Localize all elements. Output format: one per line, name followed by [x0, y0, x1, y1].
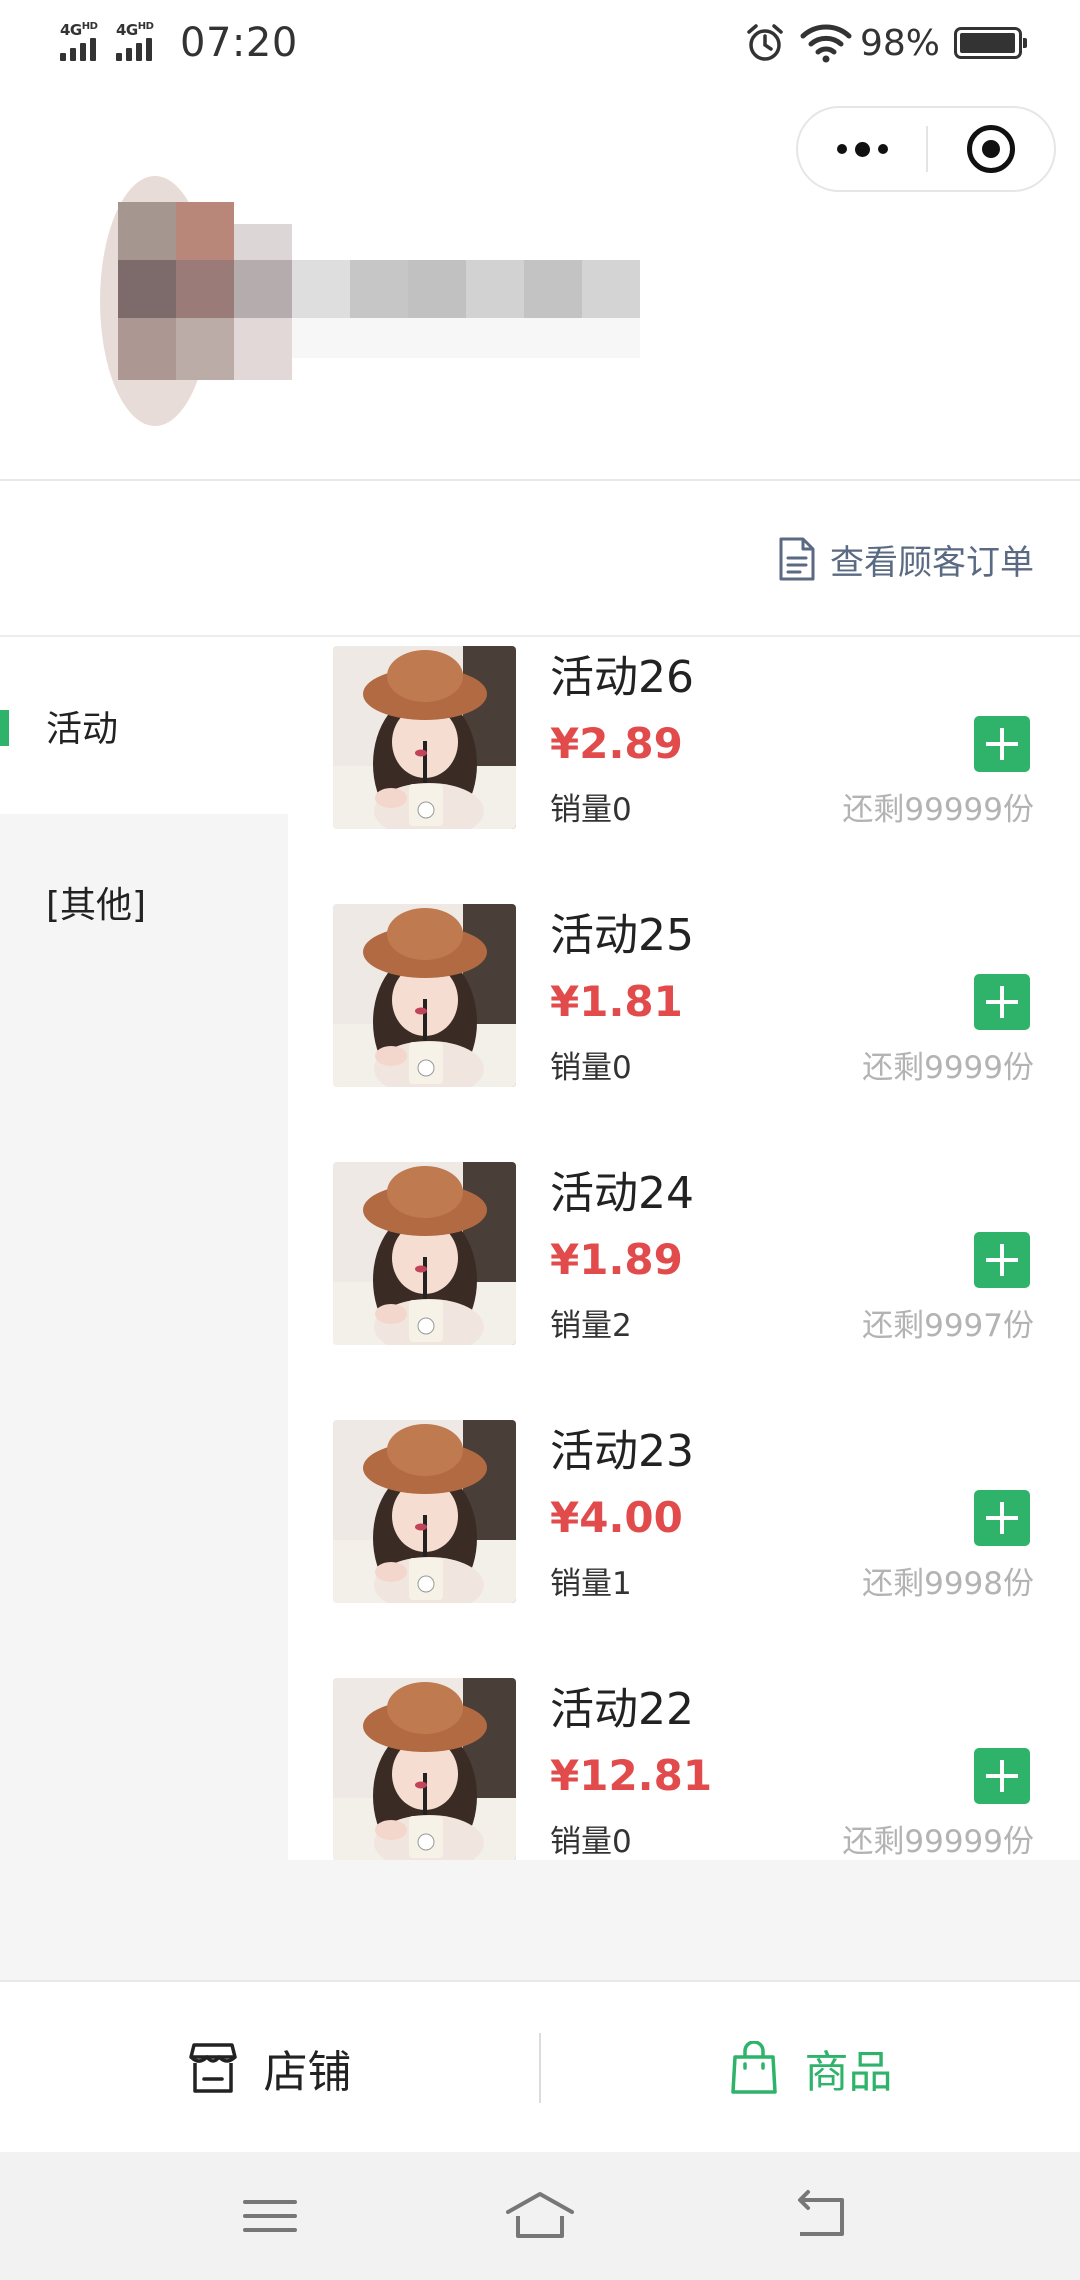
- signal-1-label: 4G: [60, 21, 82, 39]
- product-name: 活动25: [550, 910, 694, 961]
- add-to-cart-button[interactable]: [974, 716, 1030, 772]
- product-price: ¥4.00: [550, 1493, 683, 1542]
- product-sales: 销量0: [550, 1824, 632, 1860]
- product-image: [333, 1678, 516, 1860]
- product-sales: 销量1: [550, 1566, 632, 1602]
- wifi-icon: [800, 24, 852, 63]
- signal-2-sup: HD: [137, 21, 154, 32]
- product-item[interactable]: 活动25 ¥1.81 销量0 还剩9999份: [288, 896, 1080, 1154]
- product-price: ¥1.81: [550, 977, 683, 1026]
- shop-header: [0, 150, 1080, 480]
- category-label: [其他]: [46, 885, 147, 926]
- signal-icon: 4GHD: [58, 21, 110, 65]
- document-icon: [779, 537, 815, 581]
- view-customer-orders-link[interactable]: 查看顾客订单: [778, 533, 1034, 585]
- tab-store[interactable]: 店铺: [0, 1984, 539, 2152]
- add-to-cart-button[interactable]: [974, 1748, 1030, 1804]
- category-sidebar: 活动 [其他]: [0, 638, 288, 1860]
- add-to-cart-button[interactable]: [974, 974, 1030, 1030]
- pixelated-shop-info: [96, 176, 656, 426]
- status-left: 4GHD 4GHD 07:20: [58, 18, 298, 68]
- status-time: 07:20: [180, 20, 298, 66]
- product-sales: 销量0: [550, 792, 632, 828]
- status-right: 98%: [744, 18, 1027, 68]
- product-item[interactable]: 活动22 ¥12.81 销量0 还剩99999份: [288, 1670, 1080, 1860]
- product-stock: 还剩9999份: [862, 1050, 1034, 1086]
- product-stock: 还剩99999份: [842, 1824, 1034, 1860]
- product-item[interactable]: 活动24 ¥1.89 销量2 还剩9997份: [288, 1154, 1080, 1412]
- product-price: ¥1.89: [550, 1235, 683, 1284]
- add-to-cart-button[interactable]: [974, 1232, 1030, 1288]
- alarm-icon: [747, 24, 783, 61]
- orders-row: 查看顾客订单: [0, 481, 1080, 637]
- product-price: ¥2.89: [550, 719, 683, 768]
- signal-icon: 4GHD: [114, 21, 166, 65]
- product-price: ¥12.81: [550, 1751, 713, 1800]
- tab-goods[interactable]: 商品: [541, 1984, 1080, 2152]
- product-list[interactable]: 活动26 ¥2.89 销量0 还剩99999份 活动25 ¥1.81 销量0 还…: [288, 638, 1080, 1860]
- signal-1-sup: HD: [81, 21, 98, 32]
- system-nav-bar: [0, 2152, 1080, 2280]
- tab-goods-label: 商品: [804, 2047, 893, 2098]
- add-to-cart-button[interactable]: [974, 1490, 1030, 1546]
- signal-2-label: 4G: [116, 21, 138, 39]
- active-indicator: [0, 710, 9, 746]
- bottom-tab-bar: 店铺 商品: [0, 1984, 1080, 2152]
- product-image: [333, 646, 516, 829]
- product-name: 活动23: [550, 1426, 694, 1477]
- battery-icon: [954, 27, 1027, 59]
- battery-percent: 98%: [859, 22, 940, 64]
- product-name: 活动22: [550, 1684, 694, 1735]
- product-name: 活动24: [550, 1168, 694, 1219]
- product-image: [333, 1162, 516, 1345]
- product-image: [333, 904, 516, 1087]
- product-name: 活动26: [550, 652, 694, 703]
- home-icon[interactable]: [500, 2186, 580, 2246]
- back-icon[interactable]: [780, 2186, 860, 2246]
- product-sales: 销量2: [550, 1308, 632, 1344]
- product-item[interactable]: 活动23 ¥4.00 销量1 还剩9998份: [288, 1412, 1080, 1670]
- product-sales: 销量0: [550, 1050, 632, 1086]
- product-stock: 还剩99999份: [842, 792, 1034, 828]
- product-image: [333, 1420, 516, 1603]
- category-item-other[interactable]: [其他]: [0, 814, 288, 990]
- tab-store-label: 店铺: [263, 2047, 352, 2098]
- product-item[interactable]: 活动26 ¥2.89 销量0 还剩99999份: [288, 638, 1080, 896]
- product-stock: 还剩9998份: [862, 1566, 1034, 1602]
- status-bar: 4GHD 4GHD 07:20 98%: [0, 0, 1080, 86]
- view-customer-orders-label: 查看顾客订单: [830, 542, 1034, 583]
- shopping-bag-icon: [730, 2041, 777, 2094]
- category-label: 活动: [46, 709, 119, 750]
- product-stock: 还剩9997份: [862, 1308, 1034, 1344]
- category-item-activity[interactable]: 活动: [0, 638, 288, 814]
- store-icon: [188, 2043, 237, 2093]
- menu-icon[interactable]: [230, 2186, 310, 2246]
- list-bottom-gap: [0, 1860, 1080, 1982]
